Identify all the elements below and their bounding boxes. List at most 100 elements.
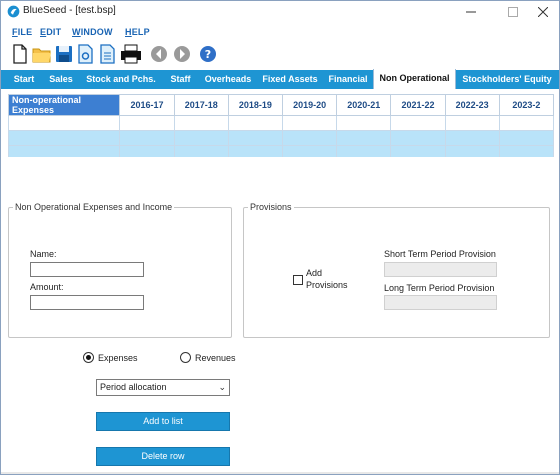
tab-financial[interactable]: Financial bbox=[324, 70, 372, 89]
grid-cell[interactable] bbox=[336, 115, 392, 131]
table-row[interactable] bbox=[8, 130, 554, 146]
maximize-icon bbox=[508, 7, 518, 17]
add-provisions-label-line1: Add bbox=[306, 268, 323, 278]
menu-file[interactable]: FILE bbox=[12, 27, 32, 37]
radio-selected-dot bbox=[86, 355, 91, 360]
tab-stock-and-pchs[interactable]: Stock and Pchs. bbox=[81, 70, 161, 89]
period-allocation-value: Period allocation bbox=[100, 382, 167, 392]
grid-header-year[interactable]: 2018-19 bbox=[227, 94, 284, 116]
grid-cell[interactable] bbox=[498, 145, 554, 157]
grid-cell[interactable] bbox=[173, 130, 229, 146]
grid-cell[interactable] bbox=[282, 115, 338, 131]
grid-cell[interactable] bbox=[336, 145, 392, 157]
window-title: BlueSeed - [test.bsp] bbox=[23, 5, 116, 16]
new-document-icon[interactable] bbox=[10, 43, 30, 65]
menu-edit[interactable]: EDIT bbox=[40, 27, 61, 37]
grid-header-year[interactable]: 2023-2 bbox=[498, 94, 554, 116]
minimize-button[interactable] bbox=[451, 1, 491, 23]
grid-cell[interactable] bbox=[227, 115, 284, 131]
close-icon bbox=[538, 7, 548, 17]
grid-cell[interactable] bbox=[498, 115, 554, 131]
menu-help[interactable]: HELP bbox=[125, 27, 150, 37]
grid-cell[interactable] bbox=[173, 145, 229, 157]
tab-non-operational[interactable]: Non Operational bbox=[373, 69, 456, 89]
delete-row-button[interactable]: Delete row bbox=[96, 447, 230, 466]
grid-header-year[interactable]: 2016-17 bbox=[119, 94, 175, 116]
amount-label: Amount: bbox=[30, 282, 64, 292]
expenses-grid[interactable]: Non-operational Expenses 2016-17 2017-18… bbox=[8, 94, 554, 157]
blueseed-logo-icon bbox=[7, 5, 20, 18]
properties-icon[interactable] bbox=[98, 43, 118, 65]
tab-bar: Start Sales Stock and Pchs. Staff Overhe… bbox=[1, 69, 559, 89]
period-allocation-select[interactable]: Period allocation ⌄ bbox=[96, 379, 230, 396]
grid-cell[interactable] bbox=[444, 115, 500, 131]
print-icon[interactable] bbox=[120, 43, 142, 65]
app-window: BlueSeed - [test.bsp] FILE EDIT WINDOW H… bbox=[0, 0, 560, 475]
grid-cell[interactable] bbox=[444, 145, 500, 157]
title-bar: BlueSeed - [test.bsp] bbox=[1, 1, 559, 23]
add-provisions-checkbox[interactable] bbox=[293, 275, 303, 285]
tab-sales[interactable]: Sales bbox=[42, 70, 80, 89]
add-provisions-label-line2: Provisions bbox=[306, 280, 348, 290]
name-input[interactable] bbox=[30, 262, 144, 277]
expenses-radio[interactable] bbox=[83, 352, 94, 363]
grid-header-year[interactable]: 2019-20 bbox=[282, 94, 338, 116]
tab-start[interactable]: Start bbox=[7, 70, 41, 89]
revenues-label: Revenues bbox=[195, 353, 236, 363]
tab-overheads[interactable]: Overheads bbox=[200, 70, 256, 89]
tab-staff[interactable]: Staff bbox=[163, 70, 198, 89]
long-term-label: Long Term Period Provision bbox=[384, 283, 495, 293]
grid-cell[interactable] bbox=[119, 145, 175, 157]
grid-cell[interactable] bbox=[8, 130, 121, 146]
grid-cell[interactable] bbox=[173, 115, 229, 131]
grid-cell[interactable] bbox=[282, 130, 338, 146]
grid-header-year[interactable]: 2022-23 bbox=[444, 94, 500, 116]
grid-cell[interactable] bbox=[390, 145, 446, 157]
save-as-icon[interactable] bbox=[76, 43, 96, 65]
grid-cell[interactable] bbox=[444, 130, 500, 146]
grid-cell[interactable] bbox=[119, 130, 175, 146]
grid-cell[interactable] bbox=[390, 130, 446, 146]
forward-icon[interactable] bbox=[172, 43, 192, 65]
group-title: Provisions bbox=[248, 202, 294, 212]
revenues-radio[interactable] bbox=[180, 352, 191, 363]
menu-window[interactable]: WINDOW bbox=[72, 27, 113, 37]
toolbar: ? bbox=[1, 41, 559, 67]
back-icon[interactable] bbox=[149, 43, 169, 65]
grid-cell[interactable] bbox=[227, 145, 284, 157]
chevron-down-icon: ⌄ bbox=[218, 382, 226, 392]
svg-text:?: ? bbox=[205, 48, 211, 61]
menu-bar: FILE EDIT WINDOW HELP bbox=[1, 24, 559, 40]
grid-header-year[interactable]: 2021-22 bbox=[390, 94, 446, 116]
tab-stockholders-equity[interactable]: Stockholders' Equity bbox=[459, 70, 555, 89]
grid-cell[interactable] bbox=[227, 130, 284, 146]
help-icon[interactable]: ? bbox=[198, 43, 218, 65]
grid-cell[interactable] bbox=[8, 145, 121, 157]
open-folder-icon[interactable] bbox=[32, 43, 52, 65]
amount-input[interactable] bbox=[30, 295, 144, 310]
table-row[interactable] bbox=[8, 115, 554, 131]
non-operational-group: Non Operational Expenses and Income Name… bbox=[8, 202, 232, 338]
name-label: Name: bbox=[30, 249, 57, 259]
tab-fixed-assets[interactable]: Fixed Assets bbox=[258, 70, 322, 89]
grid-cell[interactable] bbox=[390, 115, 446, 131]
grid-header-year[interactable]: 2020-21 bbox=[336, 94, 392, 116]
grid-cell[interactable] bbox=[336, 130, 392, 146]
minimize-icon bbox=[466, 11, 476, 13]
grid-header-label[interactable]: Non-operational Expenses bbox=[8, 94, 121, 116]
provisions-group: Provisions Add Provisions Short Term Per… bbox=[243, 202, 550, 338]
close-button[interactable] bbox=[523, 1, 560, 23]
table-row[interactable] bbox=[8, 145, 554, 157]
long-term-input[interactable] bbox=[384, 295, 497, 310]
bottom-border bbox=[1, 472, 559, 474]
grid-cell[interactable] bbox=[119, 115, 175, 131]
add-to-list-button[interactable]: Add to list bbox=[96, 412, 230, 431]
short-term-input[interactable] bbox=[384, 262, 497, 277]
grid-header-year[interactable]: 2017-18 bbox=[173, 94, 229, 116]
expenses-label: Expenses bbox=[98, 353, 138, 363]
grid-cell[interactable] bbox=[282, 145, 338, 157]
group-title: Non Operational Expenses and Income bbox=[13, 202, 175, 212]
grid-cell[interactable] bbox=[8, 115, 121, 131]
grid-cell[interactable] bbox=[498, 130, 554, 146]
save-icon[interactable] bbox=[54, 43, 74, 65]
